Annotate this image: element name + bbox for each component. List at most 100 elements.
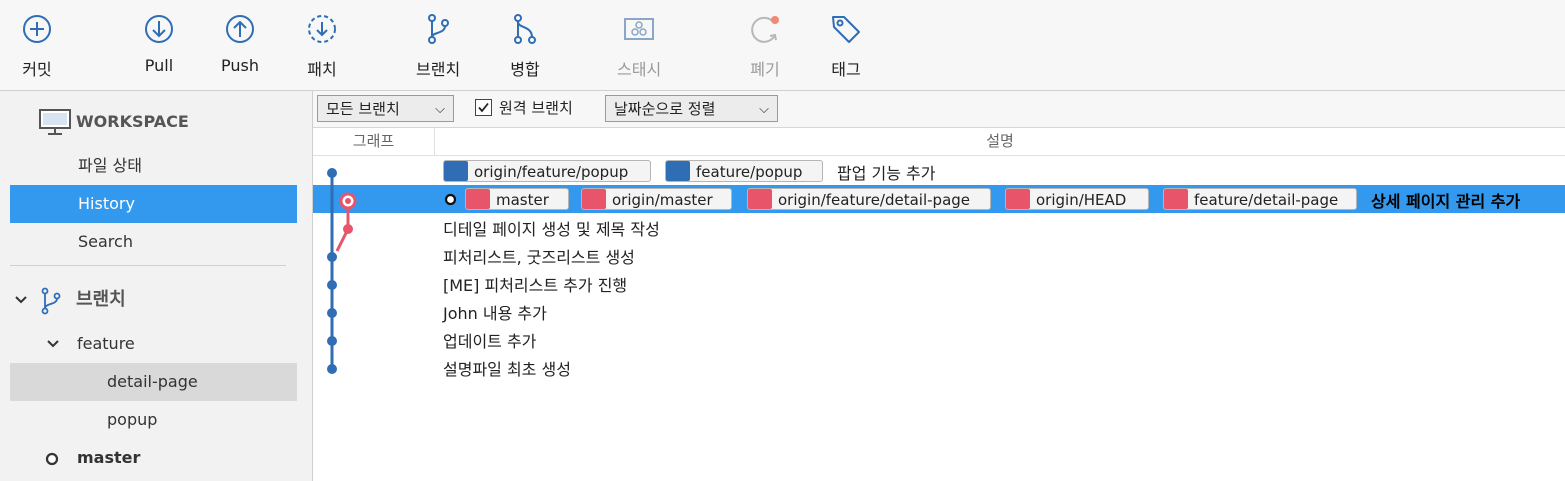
branch-badge-label: origin/feature/detail-page xyxy=(778,191,971,209)
commit-row-selected[interactable]: master origin/master origin/feature/deta… xyxy=(313,185,1565,213)
history-panel: 모든 브랜치 ⌵ 원격 브랜치 날짜순으로 정렬 ⌵ 그래프 설명 origin… xyxy=(313,91,1565,481)
branches-label: 브랜치 xyxy=(76,289,126,310)
sidebar-item-label: History xyxy=(78,194,135,213)
commit-row[interactable]: [ME] 피처리스트 추가 진행 xyxy=(313,269,1565,297)
commit-row[interactable]: 설명파일 최초 생성 xyxy=(313,353,1565,381)
merge-button[interactable]: 병합 xyxy=(508,12,542,80)
branch-item-master[interactable]: master xyxy=(10,439,297,477)
discard-button[interactable]: 폐기 xyxy=(748,12,782,80)
head-marker-icon xyxy=(444,193,457,206)
workspace-header[interactable]: WORKSPACE xyxy=(10,103,297,141)
workspace-label: WORKSPACE xyxy=(76,112,189,131)
sidebar-divider xyxy=(10,265,286,266)
tag-label: 태그 xyxy=(831,60,861,79)
sidebar-item-search[interactable]: Search xyxy=(10,223,297,261)
push-button[interactable]: Push xyxy=(221,12,259,75)
branch-badge[interactable]: origin/feature/detail-page xyxy=(747,188,991,210)
branch-badge-icon xyxy=(748,189,772,209)
branch-group-feature[interactable]: feature xyxy=(10,325,297,363)
merge-icon xyxy=(514,14,536,44)
branch-group-label: feature xyxy=(77,334,135,353)
chevron-down-icon: ⌵ xyxy=(435,102,445,117)
sidebar: WORKSPACE 파일 상태 History Search 브랜치 featu… xyxy=(0,91,313,481)
sort-value: 날짜순으로 정렬 xyxy=(614,100,716,118)
commit-row[interactable]: 피처리스트, 굿즈리스트 생성 xyxy=(313,241,1565,269)
commit-message: [ME] 피처리스트 추가 진행 xyxy=(443,276,628,295)
patch-button[interactable]: 패치 xyxy=(305,12,339,80)
check-icon xyxy=(478,102,489,113)
stash-label: 스태시 xyxy=(617,60,662,79)
branch-badge-icon xyxy=(1006,189,1030,209)
branch-badge-label: origin/HEAD xyxy=(1036,191,1127,209)
tag-button[interactable]: 태그 xyxy=(829,12,863,80)
commit-row[interactable]: 업데이트 추가 xyxy=(313,325,1565,353)
remote-branches-checkbox[interactable] xyxy=(475,99,492,116)
column-header: 그래프 설명 xyxy=(313,128,1565,156)
branch-label: 브랜치 xyxy=(416,60,461,79)
patch-icon xyxy=(308,15,336,43)
graph-column-header[interactable]: 그래프 xyxy=(313,128,435,155)
commit-message: 상세 페이지 관리 추가 xyxy=(1371,192,1521,211)
branch-item-label: popup xyxy=(107,410,158,429)
branch-badge-label: feature/detail-page xyxy=(1194,191,1339,209)
commit-icon xyxy=(23,15,51,43)
commit-row[interactable]: origin/feature/popup feature/popup 팝업 기능… xyxy=(313,157,1565,185)
graph-node xyxy=(327,280,337,290)
tag-icon xyxy=(832,16,860,43)
graph-node xyxy=(327,308,337,318)
sidebar-item-history[interactable]: History xyxy=(10,185,297,223)
branch-item-popup[interactable]: popup xyxy=(10,401,297,439)
branch-badge-label: master xyxy=(496,191,549,209)
graph-node-head-dot xyxy=(345,198,351,204)
commit-message: 디테일 페이지 생성 및 제목 작성 xyxy=(443,220,660,239)
branch-filter-dropdown[interactable]: 모든 브랜치 ⌵ xyxy=(317,95,454,122)
chevron-down-icon xyxy=(47,340,59,348)
commit-message: 피처리스트, 굿즈리스트 생성 xyxy=(443,248,635,267)
graph-node xyxy=(327,168,337,178)
filter-bar: 모든 브랜치 ⌵ 원격 브랜치 날짜순으로 정렬 ⌵ xyxy=(313,91,1565,128)
graph-node xyxy=(327,364,337,374)
branch-badge[interactable]: origin/master xyxy=(581,188,732,210)
discard-icon xyxy=(751,16,779,43)
remote-branches-label: 원격 브랜치 xyxy=(499,99,573,117)
sort-dropdown[interactable]: 날짜순으로 정렬 ⌵ xyxy=(605,95,778,122)
commit-graph xyxy=(327,168,357,374)
pull-label: Pull xyxy=(144,56,174,75)
chevron-down-icon: ⌵ xyxy=(759,102,769,117)
branch-badge[interactable]: feature/popup xyxy=(665,160,823,182)
branch-badge-icon xyxy=(466,189,490,209)
push-icon xyxy=(225,15,254,43)
graph-node xyxy=(327,336,337,346)
pull-button[interactable]: Pull xyxy=(142,12,176,75)
branch-badge[interactable]: origin/HEAD xyxy=(1005,188,1149,210)
branches-header[interactable]: 브랜치 xyxy=(10,281,297,319)
merge-label: 병합 xyxy=(510,60,540,79)
commit-button[interactable]: 커밋 xyxy=(20,12,54,80)
monitor-icon xyxy=(39,109,71,135)
branch-button[interactable]: 브랜치 xyxy=(416,12,460,80)
push-label: Push xyxy=(221,56,259,75)
branch-badge-icon xyxy=(666,161,690,181)
sidebar-item-file-status[interactable]: 파일 상태 xyxy=(10,147,297,185)
stash-icon xyxy=(624,18,655,40)
branch-icon xyxy=(428,14,450,44)
branch-item-label: detail-page xyxy=(107,372,198,391)
branch-badge-icon xyxy=(444,161,468,181)
description-column-header[interactable]: 설명 xyxy=(435,128,1565,155)
branch-filter-value: 모든 브랜치 xyxy=(326,100,400,118)
branch-item-detail-page[interactable]: detail-page xyxy=(10,363,297,401)
branch-badge-label: origin/master xyxy=(612,191,713,209)
branch-badge[interactable]: origin/feature/popup xyxy=(443,160,651,182)
branch-badge[interactable]: master xyxy=(465,188,569,210)
commit-row[interactable]: John 내용 추가 xyxy=(313,297,1565,325)
branch-badge[interactable]: feature/detail-page xyxy=(1163,188,1357,210)
commit-row[interactable]: 디테일 페이지 생성 및 제목 작성 xyxy=(313,213,1565,241)
commit-message: 업데이트 추가 xyxy=(443,332,537,351)
branch-badge-label: feature/popup xyxy=(696,163,803,181)
pull-icon xyxy=(145,15,173,43)
commit-message: 팝업 기능 추가 xyxy=(837,164,936,183)
patch-label: 패치 xyxy=(307,60,337,79)
commit-message: 설명파일 최초 생성 xyxy=(443,360,571,379)
commit-label: 커밋 xyxy=(22,60,52,79)
stash-button[interactable]: 스태시 xyxy=(617,12,661,80)
